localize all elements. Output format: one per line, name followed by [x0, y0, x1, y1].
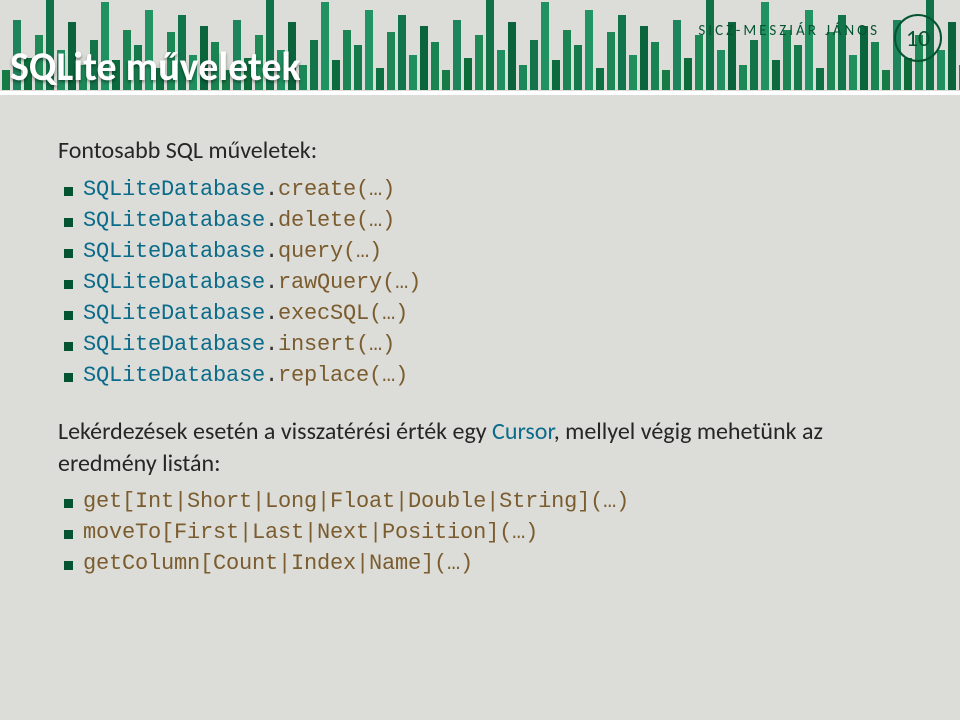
decor-bar [574, 45, 582, 90]
decor-bar [673, 20, 681, 90]
content-area: Fontosabb SQL műveletek: SQLiteDatabase.… [0, 95, 960, 578]
bullet-icon [64, 499, 73, 508]
list-item: moveTo[First|Last|Next|Position](…) [64, 518, 902, 547]
code-text: SQLiteDatabase.replace(…) [83, 361, 408, 390]
decor-bar [849, 55, 857, 90]
bullet-icon [64, 249, 73, 258]
decor-bar [442, 70, 450, 90]
section1-heading: Fontosabb SQL műveletek: [58, 135, 902, 167]
decor-bar [519, 65, 527, 90]
decor-bar [563, 30, 571, 90]
decor-bar [772, 60, 780, 90]
bullet-icon [64, 218, 73, 227]
decor-bar [343, 30, 351, 90]
decor-bar [585, 10, 593, 90]
code-text: SQLiteDatabase.create(…) [83, 175, 395, 204]
list-item: SQLiteDatabase.delete(…) [64, 206, 902, 235]
decor-bar [629, 55, 637, 90]
decor-bar [541, 2, 549, 90]
decor-bar [904, 58, 912, 90]
list-item: SQLiteDatabase.execSQL(…) [64, 299, 902, 328]
decor-bar [409, 55, 417, 90]
list-item: SQLiteDatabase.create(…) [64, 175, 902, 204]
bullet-icon [64, 311, 73, 320]
decor-bar [310, 40, 318, 90]
decor-bar [387, 32, 395, 90]
decor-bar [354, 45, 362, 90]
bullet-icon [64, 561, 73, 570]
decor-bar [530, 40, 538, 90]
decor-bar [739, 65, 747, 90]
decor-bar [882, 70, 890, 90]
decor-bar [453, 20, 461, 90]
bullet-icon [64, 187, 73, 196]
decor-bar [761, 2, 769, 90]
page-title: SQLite műveletek [10, 42, 301, 91]
decor-bar [365, 10, 373, 90]
bullet-icon [64, 530, 73, 539]
code-text: SQLiteDatabase.rawQuery(…) [83, 268, 421, 297]
decor-bar [431, 42, 439, 90]
decor-bar [816, 68, 824, 90]
decor-bar [607, 32, 615, 90]
decor-bar [794, 45, 802, 90]
decor-bar [706, 0, 714, 90]
decor-bar [827, 32, 835, 90]
decor-bar [662, 70, 670, 90]
code-text: moveTo[First|Last|Next|Position](…) [83, 518, 538, 547]
para-pre: Lekérdezések esetén a visszatérési érték… [58, 417, 492, 446]
decor-bar [871, 42, 879, 90]
decor-bar [596, 68, 604, 90]
decor-bar [937, 50, 945, 90]
sql-operations-list: SQLiteDatabase.create(…)SQLiteDatabase.d… [64, 175, 902, 390]
decor-bar [552, 60, 560, 90]
decor-bar [618, 15, 626, 90]
decor-bar [508, 22, 516, 90]
page-number-badge: 10 [894, 14, 942, 62]
decor-bar [321, 2, 329, 90]
list-item: getColumn[Count|Index|Name](…) [64, 549, 902, 578]
bullet-icon [64, 280, 73, 289]
decor-bar [376, 68, 384, 90]
decor-bar [695, 35, 703, 90]
decor-bar [332, 60, 340, 90]
list-item: SQLiteDatabase.insert(…) [64, 330, 902, 359]
cursor-methods-list: get[Int|Short|Long|Float|Double|String](… [64, 487, 902, 578]
decor-bar [684, 58, 692, 90]
list-item: SQLiteDatabase.replace(…) [64, 361, 902, 390]
code-text: SQLiteDatabase.query(…) [83, 237, 382, 266]
decor-bar [420, 26, 428, 90]
code-text: get[Int|Short|Long|Float|Double|String](… [83, 487, 629, 516]
cursor-word: Cursor [492, 417, 554, 446]
author-name: SICZ-MESZIÁR JÁNOS [698, 22, 880, 40]
decor-bar [750, 40, 758, 90]
decor-bar [948, 22, 956, 90]
bullet-icon [64, 342, 73, 351]
decor-bar [464, 58, 472, 90]
list-item: get[Int|Short|Long|Float|Double|String](… [64, 487, 902, 516]
decor-bar [486, 0, 494, 90]
decor-bar [2, 70, 10, 90]
decor-bar [497, 50, 505, 90]
decor-bar [640, 26, 648, 90]
decor-bar [398, 15, 406, 90]
code-text: getColumn[Count|Index|Name](…) [83, 549, 473, 578]
code-text: SQLiteDatabase.insert(…) [83, 330, 395, 359]
bullet-icon [64, 373, 73, 382]
code-text: SQLiteDatabase.delete(…) [83, 206, 395, 235]
decor-bar [475, 35, 483, 90]
list-item: SQLiteDatabase.query(…) [64, 237, 902, 266]
decor-bar [651, 42, 659, 90]
list-item: SQLiteDatabase.rawQuery(…) [64, 268, 902, 297]
section2-paragraph: Lekérdezések esetén a visszatérési érték… [58, 416, 902, 479]
decor-bar [717, 50, 725, 90]
code-text: SQLiteDatabase.execSQL(…) [83, 299, 408, 328]
